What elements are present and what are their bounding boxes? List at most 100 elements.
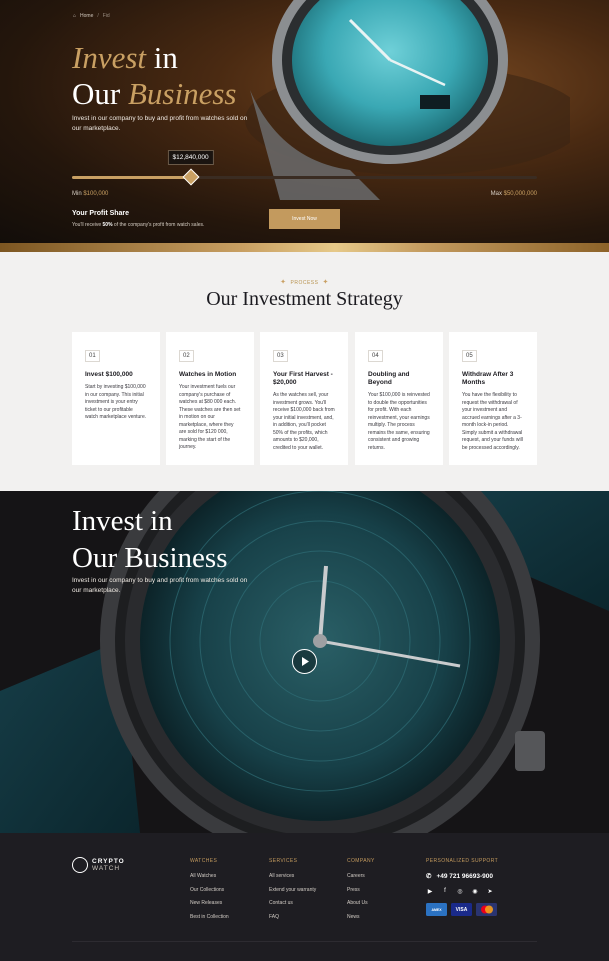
max-label: Max	[490, 191, 502, 197]
footer-heading: COMPANY	[347, 858, 375, 864]
payment-methods: AMEX VISA	[426, 903, 497, 916]
process-eyebrow: ✦ PROCESS ✦	[0, 278, 609, 286]
footer-column-watches: WATCHES All Watches Our Collections New …	[190, 858, 229, 927]
footer-link[interactable]: Careers	[347, 873, 375, 879]
investment-slider[interactable]: $12,840,000	[72, 150, 537, 186]
video-title-line2: Our Business	[72, 542, 228, 574]
strategy-card: 02 Watches in Motion Your investment fue…	[166, 332, 254, 465]
footer-link[interactable]: New Releases	[190, 900, 229, 906]
video-section: Invest in Our Business Invest in our com…	[0, 491, 609, 833]
hero-watch-image	[245, 0, 570, 200]
footer-heading: PERSONALIZED SUPPORT	[426, 858, 499, 864]
footer-link[interactable]: All services	[269, 873, 316, 879]
mastercard-icon	[476, 903, 497, 916]
logo-line2: WATCH	[92, 865, 121, 872]
breadcrumb-home[interactable]: Home	[80, 13, 93, 19]
logo-text: CRYPTO WATCH	[92, 858, 125, 873]
step-text: Start by investing $100,000 in our compa…	[85, 384, 147, 420]
visa-icon: VISA	[451, 903, 472, 916]
footer-link[interactable]: All Watches	[190, 873, 229, 879]
step-text: Your investment fuels our company's purc…	[179, 384, 241, 450]
youtube-icon[interactable]: ▶	[426, 887, 434, 895]
phone-icon: ✆	[426, 873, 432, 880]
footer-link[interactable]: Our Collections	[190, 887, 229, 893]
hero-title-word-invest: Invest	[72, 40, 147, 75]
logo[interactable]: CRYPTO WATCH	[72, 857, 125, 873]
gold-divider	[0, 243, 609, 252]
play-button[interactable]	[292, 649, 317, 674]
telegram-icon[interactable]: ➤	[486, 887, 494, 895]
strategy-card: 05 Withdraw After 3 Months You have the …	[449, 332, 537, 465]
eyebrow-label: PROCESS	[290, 280, 319, 286]
min-value: $100,000	[83, 191, 109, 197]
sparkle-icon: ✦	[280, 279, 287, 286]
profit-text-pre: You'll receive	[72, 222, 103, 228]
footer-link[interactable]: Extend your warranty	[269, 887, 316, 893]
breadcrumb-current: Fid	[102, 13, 110, 19]
support-phone[interactable]: ✆ +49 721 96693-900	[426, 872, 494, 881]
step-number: 05	[462, 350, 477, 362]
footer-column-support: PERSONALIZED SUPPORT	[426, 858, 498, 873]
footer-link[interactable]: FAQ	[269, 914, 316, 920]
step-title: Withdraw After 3 Months	[462, 371, 514, 386]
footer-column-services: SERVICES All services Extend your warran…	[269, 858, 316, 927]
profit-share-text: You'll receive 50% of the company's prof…	[72, 222, 204, 228]
strategy-card: 01 Invest $100,000 Start by investing $1…	[72, 332, 160, 465]
slider-min: Min $100,000	[72, 191, 108, 197]
max-value: $50,000,000	[503, 191, 537, 197]
video-title: Invest in Our Business	[72, 503, 227, 577]
hero-subtitle: Invest in our company to buy and profit …	[72, 115, 248, 132]
footer-heading: SERVICES	[269, 858, 298, 864]
footer-column-company: COMPANY Careers Press About Us News	[347, 858, 375, 927]
sparkle-icon: ✦	[322, 279, 329, 286]
profit-share-title: Your Profit Share	[72, 210, 130, 217]
strategy-card: 04 Doubling and Beyond Your $100,000 is …	[355, 332, 443, 465]
video-title-line1: Invest in	[72, 505, 173, 537]
footer-heading: WATCHES	[190, 858, 218, 864]
footer: CRYPTO WATCH WATCHES All Watches Our Col…	[0, 833, 609, 961]
step-text: Your $100,000 is reinvested to double th…	[368, 392, 430, 451]
step-number: 01	[85, 350, 100, 362]
step-title: Your First Harvest - $20,000	[273, 371, 333, 386]
footer-divider	[72, 941, 537, 942]
whatsapp-icon[interactable]: ◉	[471, 887, 479, 895]
step-title: Doubling and Beyond	[368, 371, 410, 386]
footer-link[interactable]: About Us	[347, 900, 375, 906]
slider-fill	[72, 176, 191, 179]
home-icon[interactable]: ⌂	[73, 13, 76, 19]
play-icon	[301, 657, 309, 666]
slider-thumb[interactable]	[182, 168, 200, 186]
footer-link[interactable]: Best in Collection	[190, 914, 229, 920]
step-title: Watches in Motion	[179, 371, 237, 378]
strategy-card: 03 Your First Harvest - $20,000 As the w…	[260, 332, 348, 465]
footer-link[interactable]: Contact us	[269, 900, 316, 906]
min-label: Min	[72, 191, 82, 197]
breadcrumb: ⌂ Home / Fid	[73, 13, 110, 19]
invest-now-button[interactable]: Invest Now	[269, 209, 340, 229]
profit-percent: 50%	[102, 222, 113, 228]
step-number: 02	[179, 350, 194, 362]
slider-value-bubble: $12,840,000	[167, 150, 214, 165]
amex-icon: AMEX	[426, 903, 447, 916]
footer-link[interactable]: Press	[347, 887, 375, 893]
step-number: 03	[273, 350, 288, 362]
footer-link[interactable]: News	[347, 914, 375, 920]
logo-mark-icon	[72, 857, 88, 873]
hero-title: Invest in Our Business	[72, 40, 236, 112]
breadcrumb-separator: /	[97, 13, 99, 19]
profit-text-post: of the company's profit from watch sales…	[112, 222, 205, 228]
strategy-section: ✦ PROCESS ✦ Our Investment Strategy 01 Inv…	[0, 252, 609, 491]
hero-title-word-business: Business	[127, 76, 237, 111]
social-links: ▶ f ◎ ◉ ➤	[426, 887, 494, 895]
strategy-title: Our Investment Strategy	[206, 288, 403, 310]
slider-max: Max $50,000,000	[491, 191, 537, 197]
facebook-icon[interactable]: f	[441, 887, 449, 895]
step-text: You have the flexibility to request the …	[462, 392, 523, 451]
instagram-icon[interactable]: ◎	[456, 887, 464, 895]
hero-title-word-our: Our	[72, 76, 128, 111]
hero-title-word-in: in	[146, 40, 178, 75]
phone-number: +49 721 96693-900	[436, 872, 494, 880]
logo-line1: CRYPTO	[92, 857, 125, 865]
video-subtitle: Invest in our company to buy and profit …	[72, 577, 248, 594]
hero-section: ⌂ Home / Fid Invest in Our Business Inve…	[0, 0, 609, 243]
